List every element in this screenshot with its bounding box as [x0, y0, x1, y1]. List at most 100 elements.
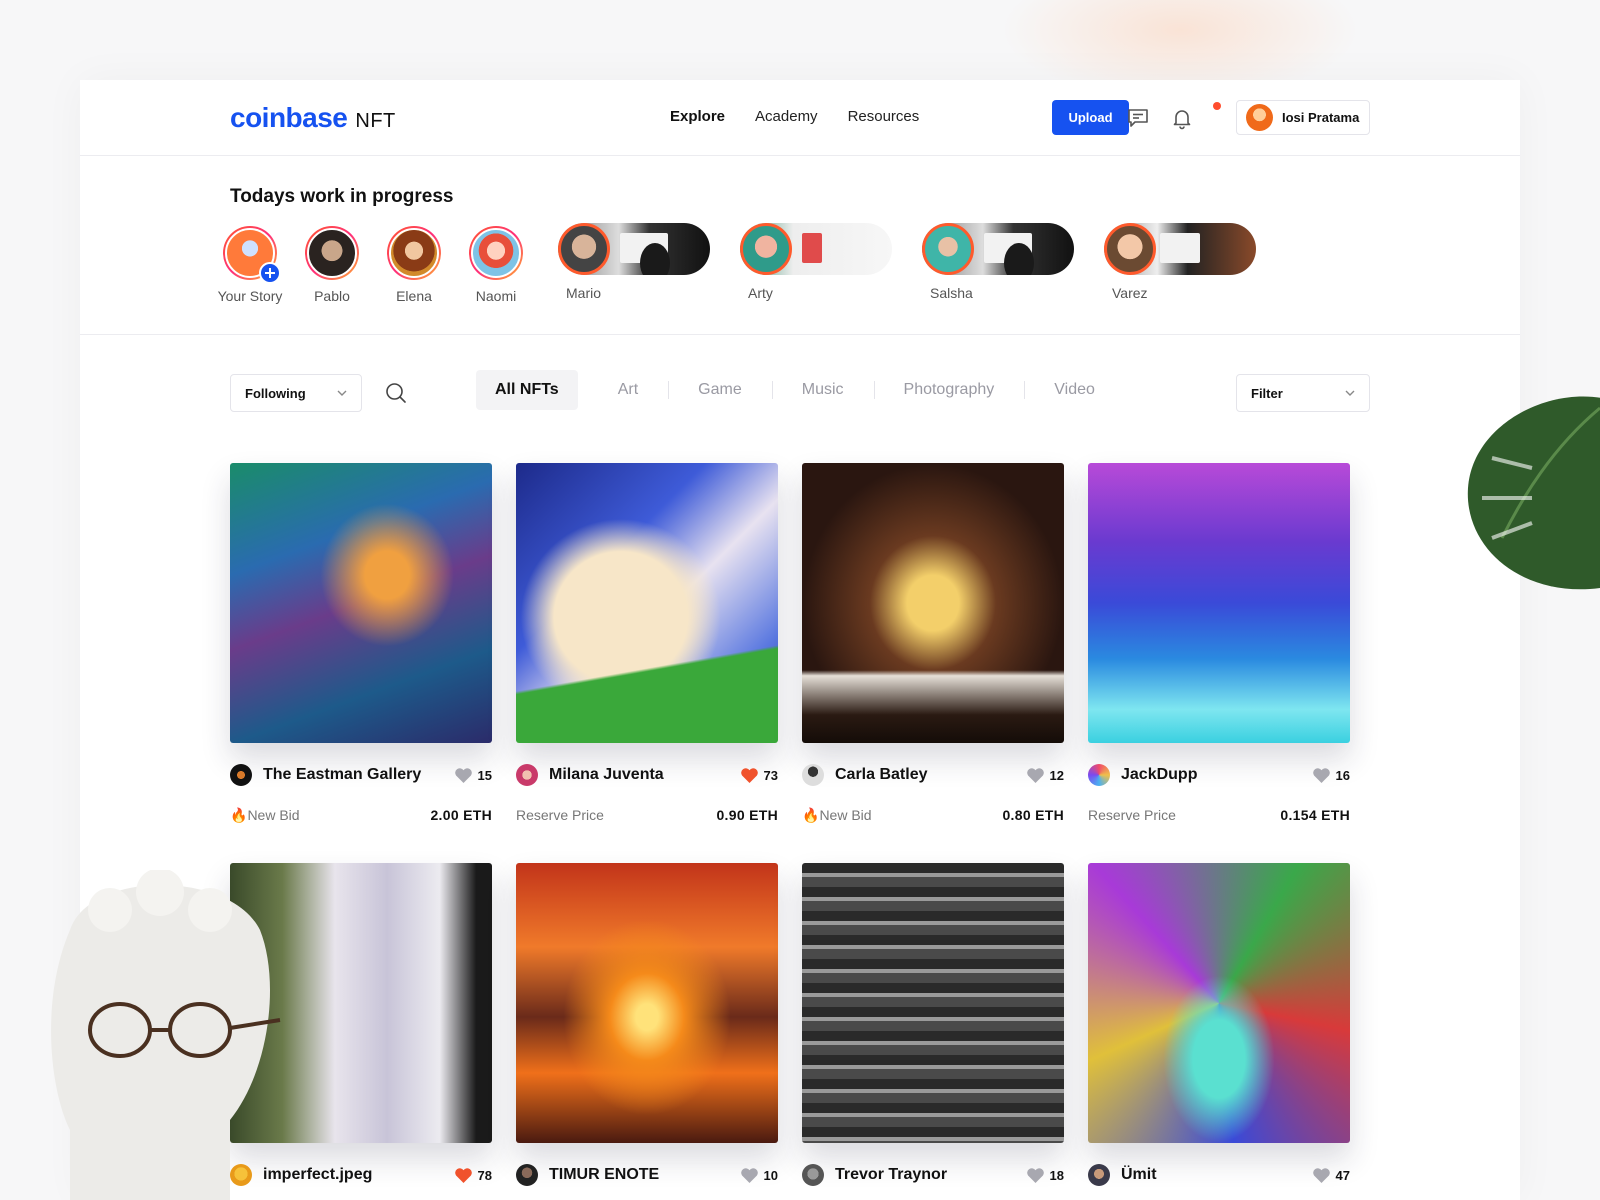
bell-icon[interactable] [1170, 106, 1194, 130]
creator-avatar [1088, 1164, 1110, 1186]
price-label-row: 🔥New Bid [230, 807, 300, 824]
nft-title[interactable]: The Eastman Gallery [263, 766, 455, 784]
nft-title[interactable]: JackDupp [1121, 766, 1313, 784]
upload-button[interactable]: Upload [1052, 100, 1129, 135]
tab-game[interactable]: Game [668, 370, 772, 410]
add-story-icon[interactable] [259, 262, 281, 284]
creator-avatar [802, 1164, 824, 1186]
following-dropdown[interactable]: Following [230, 374, 362, 412]
nft-card[interactable]: Milana Juventa 73 Reserve Price 0.90 ETH [516, 463, 778, 823]
heart-icon [740, 1167, 758, 1183]
logo-sub-text: NFT [355, 110, 396, 132]
heart-icon [454, 1167, 472, 1183]
story-varez[interactable]: Varez [1104, 223, 1256, 301]
tab-photography[interactable]: Photography [873, 370, 1025, 410]
tab-art[interactable]: Art [588, 370, 668, 410]
section-divider [80, 334, 1520, 335]
tab-music[interactable]: Music [771, 370, 874, 410]
tab-video[interactable]: Video [1024, 370, 1125, 410]
heart-icon [1312, 767, 1330, 783]
like-button[interactable]: 78 [454, 1167, 492, 1183]
price-value: 0.154 ETH [1280, 807, 1350, 823]
heart-icon [740, 767, 758, 783]
notification-dot [1213, 102, 1221, 110]
chevron-down-icon [337, 390, 347, 396]
like-count: 10 [763, 1167, 778, 1183]
app-frame: coinbase NFT Explore Academy Resources U… [80, 80, 1520, 1200]
heart-icon [1026, 767, 1044, 783]
story-naomi[interactable]: Naomi [460, 226, 532, 304]
nft-title[interactable]: Trevor Traynor [835, 1166, 1027, 1184]
heart-icon [454, 767, 472, 783]
like-button[interactable]: 73 [740, 767, 778, 783]
creator-avatar [802, 764, 824, 786]
price-value: 2.00 ETH [430, 807, 492, 823]
like-button[interactable]: 12 [1026, 767, 1064, 783]
filter-dropdown[interactable]: Filter [1236, 374, 1370, 412]
like-count: 12 [1049, 767, 1064, 783]
like-button[interactable]: 15 [454, 767, 492, 783]
coinbase-nft-logo[interactable]: coinbase NFT [230, 102, 396, 134]
price-label: Reserve Price [1088, 807, 1176, 823]
nft-title[interactable]: imperfect.jpeg [263, 1166, 455, 1184]
nft-image[interactable] [1088, 863, 1350, 1143]
following-dropdown-label: Following [245, 385, 306, 401]
story-name: Your Story [217, 288, 283, 304]
story-your-story[interactable]: Your Story [214, 226, 286, 304]
like-count: 15 [477, 767, 492, 783]
user-avatar [1246, 104, 1273, 131]
nft-card[interactable]: The Eastman Gallery 15 🔥New Bid 2.00 ETH [230, 463, 492, 824]
message-icon[interactable] [1126, 106, 1150, 130]
category-tabs: All NFTs Art Game Music Photography Vide… [476, 370, 1125, 410]
like-count: 47 [1335, 1167, 1350, 1183]
logo-main-text: coinbase [230, 102, 348, 133]
nav-explore[interactable]: Explore [670, 108, 725, 125]
nft-title[interactable]: Ümit [1121, 1166, 1313, 1184]
like-button[interactable]: 16 [1312, 767, 1350, 783]
story-pablo[interactable]: Pablo [296, 226, 368, 304]
like-button[interactable]: 47 [1312, 1167, 1350, 1183]
price-value: 0.80 ETH [1002, 807, 1064, 823]
tab-all-nfts[interactable]: All NFTs [476, 370, 578, 410]
creator-avatar [230, 764, 252, 786]
price-label: New Bid [819, 807, 872, 823]
story-name: Pablo [314, 288, 350, 304]
nav-resources[interactable]: Resources [848, 108, 920, 125]
nav-academy[interactable]: Academy [755, 108, 818, 125]
story-salsha[interactable]: Salsha [922, 223, 1074, 301]
nft-image[interactable] [802, 863, 1064, 1143]
like-count: 18 [1049, 1167, 1064, 1183]
like-button[interactable]: 18 [1026, 1167, 1064, 1183]
fire-icon: 🔥 [230, 807, 248, 823]
nft-card[interactable]: Trevor Traynor 18 [802, 863, 1064, 1187]
nft-card[interactable]: TIMUR ENOTE 10 [516, 863, 778, 1187]
nft-image[interactable] [230, 463, 492, 743]
like-count: 16 [1335, 767, 1350, 783]
heart-icon [1312, 1167, 1330, 1183]
story-arty[interactable]: Arty [740, 223, 892, 301]
filter-dropdown-label: Filter [1251, 385, 1283, 401]
search-icon[interactable] [384, 381, 408, 405]
nft-title[interactable]: Carla Batley [835, 766, 1027, 784]
nft-title[interactable]: Milana Juventa [549, 766, 741, 784]
stories-title: Todays work in progress [230, 186, 454, 207]
nft-card[interactable]: Ümit 47 [1088, 863, 1350, 1187]
nft-card[interactable]: JackDupp 16 Reserve Price 0.154 ETH [1088, 463, 1350, 823]
price-label: Reserve Price [516, 807, 604, 823]
nft-image[interactable] [516, 863, 778, 1143]
nft-card[interactable]: Carla Batley 12 🔥New Bid 0.80 ETH [802, 463, 1064, 824]
nft-image[interactable] [1088, 463, 1350, 743]
user-name: Iosi Pratama [1282, 110, 1360, 125]
story-mario[interactable]: Mario [558, 223, 710, 301]
chevron-down-icon [1345, 390, 1355, 396]
like-button[interactable]: 10 [740, 1167, 778, 1183]
nft-title[interactable]: TIMUR ENOTE [549, 1166, 741, 1184]
story-name: Naomi [475, 288, 517, 304]
nft-image[interactable] [516, 463, 778, 743]
user-profile-button[interactable]: Iosi Pratama [1236, 100, 1370, 135]
story-elena[interactable]: Elena [378, 226, 450, 304]
nft-image[interactable] [802, 463, 1064, 743]
fire-icon: 🔥 [802, 807, 820, 823]
like-count: 73 [763, 767, 778, 783]
top-header: coinbase NFT Explore Academy Resources U… [80, 80, 1520, 156]
